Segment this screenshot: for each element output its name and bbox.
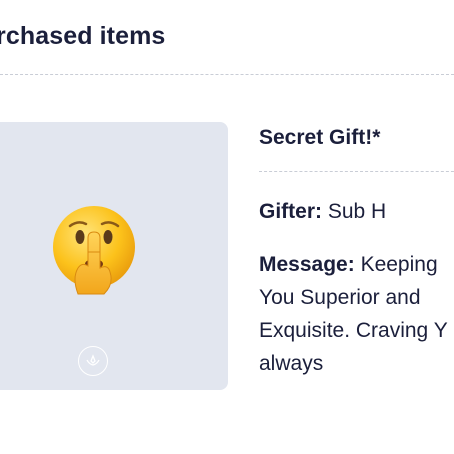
gifter-label: Gifter:: [259, 200, 322, 223]
gifter-value: Sub H: [327, 200, 387, 223]
message-line: You Superior and: [259, 286, 421, 309]
message-label: Message:: [259, 253, 355, 276]
message-line: Message: Keeping: [259, 248, 448, 281]
item-name: Secret Gift!*: [259, 126, 381, 149]
shushing-face-icon: [53, 206, 135, 295]
item-divider: [259, 171, 454, 172]
message-line: always: [259, 352, 324, 375]
message-block: Message: Keeping You Superior and Exquis…: [259, 248, 448, 380]
message-line: Exquisite. Craving Y: [259, 319, 448, 342]
purchased-items-page: rchased items Secret Gift!* Gifter: Sub …: [0, 0, 454, 454]
section-title: rchased items: [0, 22, 166, 50]
message-text: Keeping: [360, 253, 438, 276]
section-divider: [0, 74, 454, 75]
gifter-row: Gifter: Sub H: [259, 200, 386, 224]
brand-watermark-icon: [78, 346, 108, 376]
